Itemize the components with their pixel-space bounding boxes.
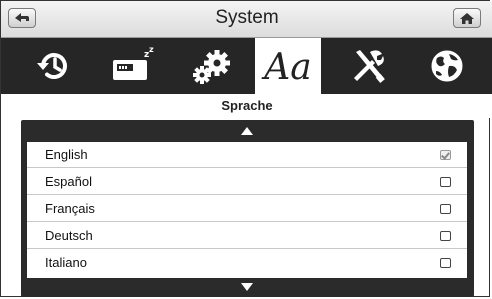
triangle-up-icon [241, 127, 253, 135]
tab-tools[interactable] [335, 38, 401, 94]
list-item[interactable]: Français [27, 196, 467, 222]
tab-network[interactable] [414, 38, 480, 94]
checkbox[interactable] [440, 204, 451, 214]
tab-history[interactable] [21, 38, 87, 94]
list-item[interactable]: Español [27, 169, 467, 195]
scroll-up-button[interactable] [27, 123, 467, 139]
tab-language[interactable]: Aa [255, 38, 321, 94]
language-label: Italiano [45, 255, 87, 270]
home-button[interactable] [453, 8, 481, 28]
globe-icon [430, 49, 464, 83]
list-item[interactable]: Deutsch [27, 223, 467, 249]
title-bar: System [1, 1, 492, 38]
svg-text:z: z [149, 46, 154, 54]
checkbox-checked[interactable] [440, 150, 451, 160]
font-aa-icon: Aa [264, 47, 312, 88]
checkbox[interactable] [440, 177, 451, 187]
battery-sleep-icon: z z [113, 46, 154, 80]
language-label: Español [45, 174, 92, 189]
triangle-down-icon [241, 283, 253, 291]
home-icon [460, 13, 474, 24]
section-title: Sprache [1, 94, 492, 118]
scroll-down-button[interactable] [27, 279, 467, 295]
gears-icon [193, 50, 230, 84]
tab-power[interactable]: z z [98, 38, 164, 94]
tools-icon [354, 50, 385, 83]
language-list: English Español Français Deutsch Italian… [27, 142, 467, 278]
page-title: System [215, 7, 279, 28]
checkbox[interactable] [440, 258, 451, 268]
list-item[interactable]: Italiano [27, 250, 467, 276]
settings-tab-bar: z z Aa [1, 38, 492, 94]
history-clock-icon [37, 53, 67, 79]
language-label: Français [45, 201, 95, 216]
checkbox[interactable] [440, 231, 451, 241]
language-label: English [45, 147, 88, 162]
list-item[interactable]: English [27, 142, 467, 168]
language-label: Deutsch [45, 228, 93, 243]
screen-frame: System z z Aa Sprache English Español Fr… [0, 0, 492, 297]
tab-settings[interactable] [177, 38, 243, 94]
